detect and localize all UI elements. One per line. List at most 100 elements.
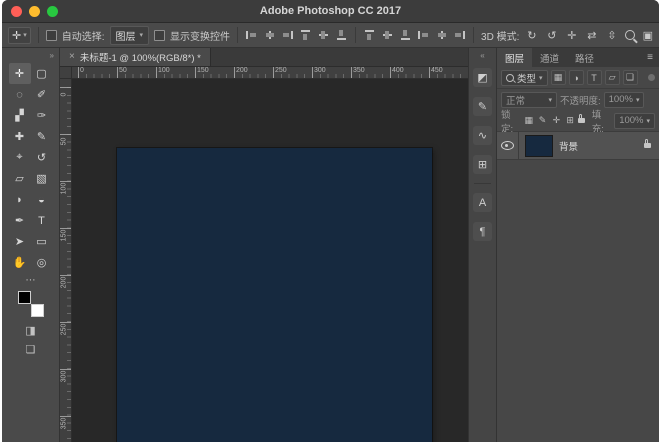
align-center-v-icon[interactable] xyxy=(317,29,330,41)
distribute-top-icon[interactable] xyxy=(363,29,376,41)
eraser-tool[interactable]: ▱ xyxy=(9,168,31,189)
blend-mode-dropdown[interactable]: 正常 ▾ xyxy=(501,92,557,108)
screen-mode-icon[interactable]: ❏ xyxy=(26,343,36,356)
document-tab[interactable]: × 未标题-1 @ 100%(RGB/8*) * xyxy=(60,48,211,66)
tab-layers[interactable]: 图层 xyxy=(497,48,532,67)
crop-tool-icon: ▞ xyxy=(15,109,23,122)
ruler-corner[interactable] xyxy=(60,67,72,79)
fill-field[interactable]: 100% ▾ xyxy=(614,113,655,129)
tab-channels[interactable]: 通道 xyxy=(532,48,567,67)
panel-menu-icon[interactable]: ≡ xyxy=(641,48,659,67)
mode-3d-label: 3D 模式: xyxy=(481,28,519,43)
lock-transparent-pixels-icon[interactable]: ▦ xyxy=(523,115,534,126)
filter-kind-dropdown[interactable]: 类型 ▾ xyxy=(501,70,548,86)
align-right-icon[interactable] xyxy=(281,29,294,41)
eyedropper-tool[interactable]: ✑ xyxy=(31,105,53,126)
distribute-left-icon[interactable] xyxy=(417,29,430,41)
filter-shape-layers-icon[interactable]: ▱ xyxy=(605,70,620,85)
lock-position-icon[interactable]: ✛ xyxy=(551,115,562,126)
layer-visibility-toggle[interactable] xyxy=(497,132,519,159)
properties-panel-icon[interactable]: ✎ xyxy=(473,97,492,116)
healing-brush-tool[interactable]: ✚ xyxy=(9,126,31,147)
align-center-h-icon[interactable] xyxy=(263,29,276,41)
paragraph-panel-icon[interactable]: ¶ xyxy=(473,222,492,241)
workspace-switcher-icon[interactable]: ▣ xyxy=(643,29,653,42)
lasso-tool[interactable]: ◌ xyxy=(9,84,31,105)
tool-preset-picker[interactable]: ✛ ▾ xyxy=(8,27,31,44)
tab-paths[interactable]: 路径 xyxy=(567,48,602,67)
eye-icon xyxy=(501,141,514,150)
path-selection-tool[interactable]: ➤ xyxy=(9,231,31,252)
auto-select-target-dropdown[interactable]: 图层 ▾ xyxy=(110,26,150,45)
filter-pixel-layers-icon[interactable]: ▦ xyxy=(551,70,566,85)
roll-3d-icon[interactable]: ↺ xyxy=(544,29,559,42)
main-area: » ✛ ▢ ◌ ✐ ▞ ✑ ✚ ✎ ⌖ ↺ ▱ ▧ ◗ ◒ ✒ T ➤ ▭ ✋ xyxy=(2,48,659,442)
vertical-ruler[interactable]: 0 50 100 150 200 250 300 350 xyxy=(60,79,72,442)
align-top-icon[interactable] xyxy=(299,29,312,41)
quick-selection-tool[interactable]: ✐ xyxy=(31,84,53,105)
distribute-right-icon[interactable] xyxy=(453,29,466,41)
brush-tool[interactable]: ✎ xyxy=(31,126,53,147)
close-tab-icon[interactable]: × xyxy=(69,52,75,62)
type-tool[interactable]: T xyxy=(31,210,53,231)
align-bottom-icon[interactable] xyxy=(335,29,348,41)
marquee-tool[interactable]: ▢ xyxy=(31,63,53,84)
lock-artboard-icon[interactable]: ⊞ xyxy=(565,115,576,126)
layer-filter-toggle[interactable] xyxy=(648,74,655,81)
foreground-color-swatch[interactable] xyxy=(18,291,31,304)
color-swatches[interactable] xyxy=(17,290,45,318)
layer-row[interactable]: 背景 xyxy=(497,132,659,160)
background-color-swatch[interactable] xyxy=(31,304,44,317)
character-panel-icon[interactable]: A xyxy=(473,193,492,212)
distribute-bottom-icon[interactable] xyxy=(399,29,412,41)
show-transform-checkbox[interactable] xyxy=(154,30,165,41)
hand-tool[interactable]: ✋ xyxy=(9,252,31,273)
horizontal-ruler[interactable]: 0 50 100 150 200 250 300 350 400 450 xyxy=(72,67,468,79)
lock-image-pixels-icon[interactable]: ✎ xyxy=(537,115,548,126)
type-tool-icon: T xyxy=(38,215,45,227)
fill-label: 填充: xyxy=(592,107,611,135)
pan-3d-icon[interactable]: ✛ xyxy=(564,29,579,42)
quick-mask-icon[interactable]: ◨ xyxy=(25,324,35,337)
scale-3d-icon[interactable]: ⇳ xyxy=(604,29,619,42)
zoom-tool-icon: ◎ xyxy=(37,256,47,269)
layer-thumbnail[interactable] xyxy=(525,135,553,157)
lasso-tool-icon: ◌ xyxy=(16,89,23,101)
filter-smart-objects-icon[interactable]: ❏ xyxy=(623,70,638,85)
edit-toolbar-icon[interactable]: ⋯ xyxy=(26,275,36,286)
history-brush-tool[interactable]: ↺ xyxy=(31,147,53,168)
filter-type-layers-icon[interactable]: T xyxy=(587,70,602,85)
clone-stamp-tool[interactable]: ⌖ xyxy=(9,147,31,168)
ruler-label: 300 xyxy=(314,67,326,74)
libraries-panel-icon[interactable]: ⊞ xyxy=(473,155,492,174)
marquee-tool-icon: ▢ xyxy=(36,67,46,80)
color-panel-icon[interactable]: ◩ xyxy=(473,68,492,87)
align-left-icon[interactable] xyxy=(245,29,258,41)
blur-tool[interactable]: ◗ xyxy=(9,189,31,210)
pen-tool[interactable]: ✒ xyxy=(9,210,31,231)
rectangle-tool[interactable]: ▭ xyxy=(31,231,53,252)
options-bar: ✛ ▾ 自动选择: 图层 ▾ 显示变换控件 3D 模式: ↻ ↺ ✛ ⇄ ⇳ xyxy=(2,23,659,48)
gradient-tool[interactable]: ▧ xyxy=(31,168,53,189)
lock-all-icon[interactable] xyxy=(578,118,584,123)
document-canvas[interactable] xyxy=(117,148,432,442)
eyedropper-tool-icon: ✑ xyxy=(37,109,46,122)
crop-tool[interactable]: ▞ xyxy=(9,105,31,126)
auto-select-checkbox[interactable] xyxy=(46,30,57,41)
canvas-zone[interactable]: 0 50 100 150 200 250 300 350 400 450 0 5… xyxy=(60,67,468,442)
adjustments-panel-icon[interactable]: ∿ xyxy=(473,126,492,145)
distribute-center-v-icon[interactable] xyxy=(381,29,394,41)
search-icon[interactable] xyxy=(625,30,635,40)
dock-collapse-chevron-icon[interactable]: « xyxy=(469,48,496,63)
tools-collapse-chevron-icon[interactable]: » xyxy=(2,48,59,63)
opacity-field[interactable]: 100% ▾ xyxy=(604,92,645,108)
slide-3d-icon[interactable]: ⇄ xyxy=(584,29,599,42)
filter-adjustment-layers-icon[interactable]: ◑ xyxy=(569,70,584,85)
orbit-3d-icon[interactable]: ↻ xyxy=(524,29,539,42)
zoom-tool[interactable]: ◎ xyxy=(31,252,53,273)
divider xyxy=(473,27,474,43)
dodge-tool[interactable]: ◒ xyxy=(31,189,53,210)
distribute-center-h-icon[interactable] xyxy=(435,29,448,41)
chevron-down-icon: ▾ xyxy=(636,96,640,104)
move-tool[interactable]: ✛ xyxy=(9,63,31,84)
